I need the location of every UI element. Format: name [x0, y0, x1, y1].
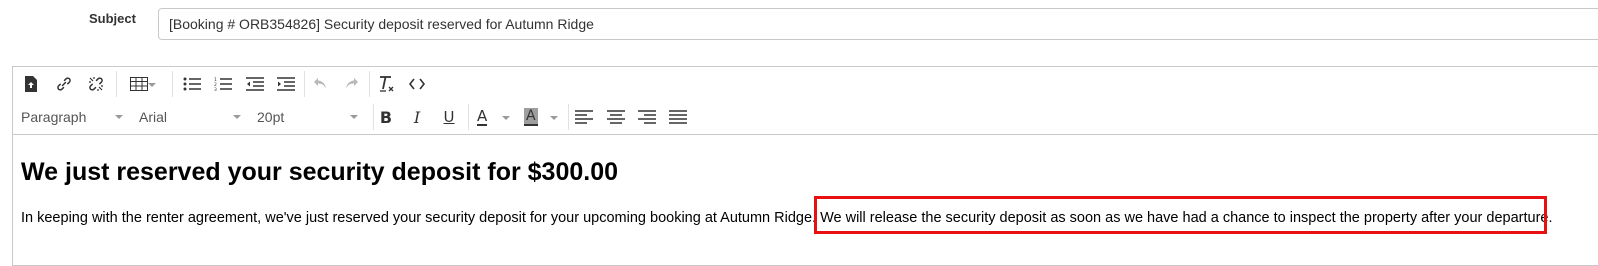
background-color-button[interactable]: A — [522, 103, 560, 131]
align-center-icon — [607, 110, 625, 124]
underline-button[interactable]: U — [438, 103, 460, 131]
insert-file-button[interactable] — [20, 70, 42, 98]
email-heading: We just reserved your security deposit f… — [21, 158, 619, 186]
font-size-value: 20pt — [257, 109, 285, 125]
subject-input[interactable]: [Booking # ORB354826] Security deposit r… — [158, 8, 1598, 40]
toolbar-separator — [568, 104, 569, 130]
chevron-down-icon — [115, 115, 123, 119]
numbered-list-icon: 1 2 3 — [214, 77, 232, 91]
justify-icon — [669, 110, 687, 124]
align-right-button[interactable] — [636, 103, 658, 131]
chevron-down-icon — [502, 116, 510, 120]
toolbar-row-2: Paragraph Arial 20pt B I U A A — [13, 100, 1598, 134]
chevron-down-icon — [148, 83, 156, 87]
block-format-select[interactable]: Paragraph — [21, 103, 123, 131]
text-color-icon: A — [477, 107, 488, 126]
source-code-button[interactable] — [406, 70, 428, 98]
insert-link-button[interactable] — [53, 70, 75, 98]
table-button[interactable] — [123, 70, 156, 98]
font-family-value: Arial — [139, 109, 168, 125]
rich-text-editor: 1 2 3 Paragraph Arial 20pt B I U A A We … — [12, 66, 1598, 266]
underline-icon: U — [443, 108, 455, 126]
code-icon — [409, 78, 425, 90]
indent-icon — [277, 77, 295, 91]
highlight-box — [814, 196, 1547, 234]
toolbar-separator — [304, 71, 305, 97]
paragraph-text-part-1: In keeping with the renter agreement, we… — [21, 210, 821, 226]
toolbar-separator — [373, 104, 374, 130]
indent-button[interactable] — [275, 70, 297, 98]
block-format-value: Paragraph — [21, 109, 87, 125]
toolbar-separator — [116, 71, 117, 97]
align-center-button[interactable] — [605, 103, 627, 131]
font-family-select[interactable]: Arial — [139, 103, 241, 131]
align-left-button[interactable] — [573, 103, 595, 131]
undo-icon — [314, 78, 326, 89]
chevron-down-icon — [233, 115, 241, 119]
font-size-select[interactable]: 20pt — [257, 103, 358, 131]
table-icon — [130, 77, 148, 91]
unlink-icon — [89, 77, 103, 91]
toolbar-separator — [468, 104, 469, 130]
italic-icon: I — [413, 107, 421, 127]
chevron-down-icon — [550, 116, 558, 120]
toolbar-divider — [13, 134, 1598, 135]
bold-button[interactable]: B — [375, 103, 397, 131]
bullet-list-icon — [183, 77, 201, 91]
outdent-icon — [246, 77, 264, 91]
align-right-icon — [638, 110, 656, 124]
redo-button[interactable] — [340, 70, 362, 98]
clear-formatting-button[interactable] — [376, 70, 398, 98]
toolbar-separator — [172, 71, 173, 97]
numbered-list-button[interactable]: 1 2 3 — [212, 70, 234, 98]
toolbar-row-1: 1 2 3 — [13, 67, 1598, 101]
link-icon — [57, 77, 71, 91]
justify-button[interactable] — [667, 103, 689, 131]
clear-formatting-icon — [380, 76, 394, 92]
svg-text:3: 3 — [214, 87, 217, 91]
toolbar-separator — [369, 71, 370, 97]
unlink-button[interactable] — [85, 70, 107, 98]
file-upload-icon — [25, 76, 37, 92]
subject-label: Subject — [89, 11, 136, 26]
italic-button[interactable]: I — [406, 103, 428, 131]
align-left-icon — [575, 110, 593, 124]
text-color-button[interactable]: A — [474, 103, 512, 131]
bullet-list-button[interactable] — [181, 70, 203, 98]
bold-icon: B — [379, 107, 393, 127]
redo-icon — [346, 78, 358, 89]
outdent-button[interactable] — [244, 70, 266, 98]
undo-button[interactable] — [310, 70, 332, 98]
chevron-down-icon — [350, 115, 358, 119]
background-color-icon: A — [524, 108, 538, 126]
